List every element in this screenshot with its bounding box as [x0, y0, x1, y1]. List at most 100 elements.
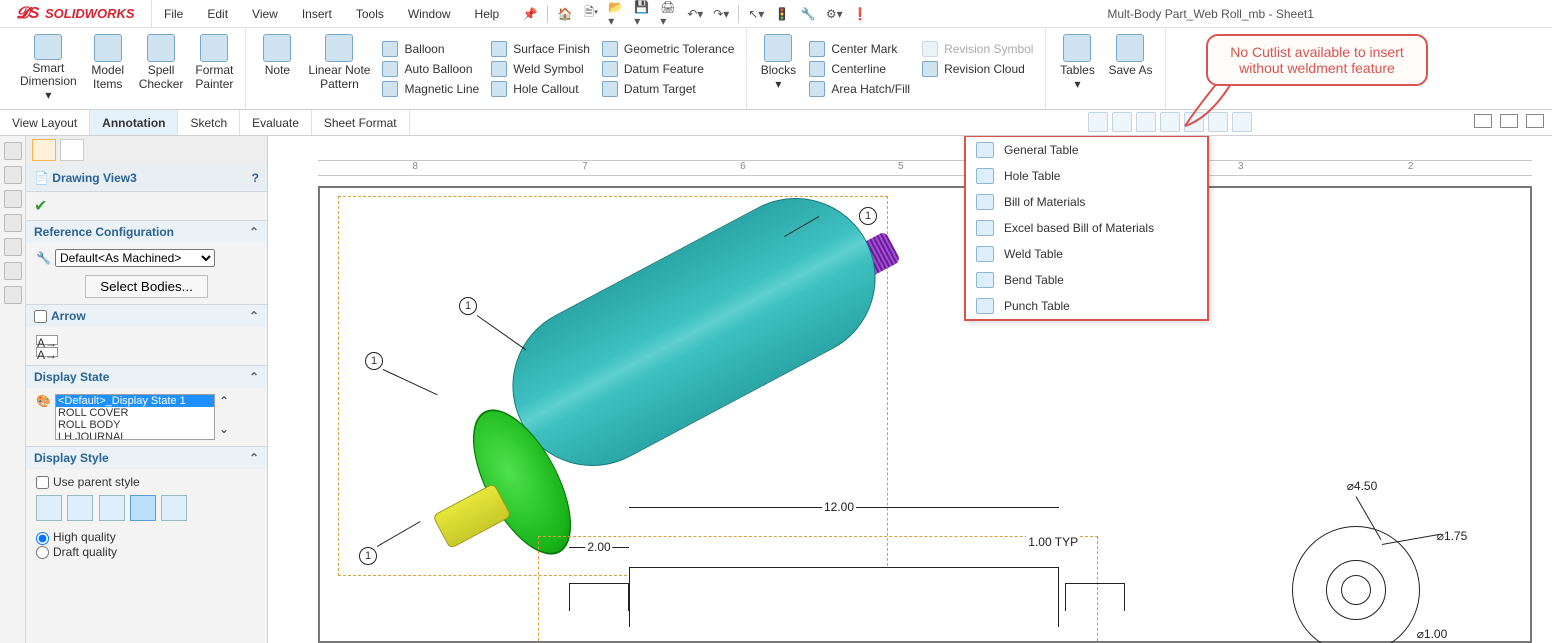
ok-icon[interactable]: ✔: [34, 198, 47, 215]
tab-sheet-format[interactable]: Sheet Format: [312, 110, 410, 135]
menu-weld-table[interactable]: Weld Table: [966, 241, 1207, 267]
restore-window-icon[interactable]: [1500, 114, 1518, 128]
list-item[interactable]: LH JOURNAL: [56, 431, 214, 440]
rail-forum-icon[interactable]: [4, 286, 22, 304]
surface-finish-button[interactable]: Surface Finish: [485, 39, 596, 59]
graphics-area[interactable]: 8 7 6 5 4 3 2 1 1 1 1 12.00: [268, 136, 1552, 643]
list-item[interactable]: ROLL COVER: [56, 407, 214, 419]
note-button[interactable]: Note: [252, 30, 302, 107]
weld-symbol-button[interactable]: Weld Symbol: [485, 59, 596, 79]
new-icon[interactable]: 🗎▾: [582, 5, 600, 23]
rail-appearances-icon[interactable]: [4, 238, 22, 256]
options-icon[interactable]: ⚙▾: [825, 5, 843, 23]
alert-icon[interactable]: ❗: [851, 5, 869, 23]
redo-icon[interactable]: ↷▾: [712, 5, 730, 23]
tab-annotation[interactable]: Annotation: [90, 110, 178, 135]
select-bodies-button[interactable]: Select Bodies...: [85, 275, 208, 298]
style-wireframe-button[interactable]: [36, 495, 62, 521]
hole-callout-button[interactable]: Hole Callout: [485, 79, 596, 99]
close-window-icon[interactable]: [1526, 114, 1544, 128]
use-parent-label[interactable]: Use parent style: [36, 475, 140, 489]
drawing-view-side[interactable]: 12.00 2.00 1.00 TYP: [538, 536, 1098, 643]
balloon[interactable]: 1: [859, 207, 877, 225]
chevron-up-icon[interactable]: ⌃: [249, 451, 259, 465]
magnetic-line-button[interactable]: Magnetic Line: [376, 79, 485, 99]
format-painter-button[interactable]: Format Painter: [189, 30, 239, 107]
balloon-button[interactable]: Balloon: [376, 39, 485, 59]
area-hatch-button[interactable]: Area Hatch/Fill: [803, 79, 916, 99]
menu-help[interactable]: Help: [463, 0, 512, 28]
drawing-view-front[interactable]: ⌀4.50 ⌀1.75 ⌀1.00: [1232, 516, 1492, 643]
menu-bom[interactable]: Bill of Materials: [966, 189, 1207, 215]
balloon[interactable]: 1: [359, 547, 377, 565]
rail-file-explorer-icon[interactable]: [4, 190, 22, 208]
menu-file[interactable]: File: [152, 0, 195, 28]
rebuild-icon[interactable]: 🔧: [799, 5, 817, 23]
menu-hole-table[interactable]: Hole Table: [966, 163, 1207, 189]
open-icon[interactable]: 📂▾: [608, 5, 626, 23]
datum-feature-button[interactable]: Datum Feature: [596, 59, 741, 79]
menu-insert[interactable]: Insert: [290, 0, 344, 28]
menu-view[interactable]: View: [240, 0, 290, 28]
undo-icon[interactable]: ↶▾: [686, 5, 704, 23]
high-quality-radio[interactable]: [36, 532, 49, 545]
rail-design-library-icon[interactable]: [4, 166, 22, 184]
scroll-up-icon[interactable]: ⌃: [219, 394, 229, 408]
prev-view-icon[interactable]: [1136, 112, 1156, 132]
draft-quality-label[interactable]: Draft quality: [36, 545, 117, 559]
home-icon[interactable]: 🏠: [556, 5, 574, 23]
revision-cloud-button[interactable]: Revision Cloud: [916, 59, 1039, 79]
smart-dimension-button[interactable]: Smart Dimension▾: [14, 30, 83, 107]
print-icon[interactable]: 🖨▾: [660, 5, 678, 23]
datum-target-button[interactable]: Datum Target: [596, 79, 741, 99]
menu-excel-bom[interactable]: Excel based Bill of Materials: [966, 215, 1207, 241]
balloon[interactable]: 1: [459, 297, 477, 315]
menu-edit[interactable]: Edit: [195, 0, 240, 28]
help-icon[interactable]: ?: [252, 171, 259, 185]
feature-tree-tab[interactable]: [32, 139, 56, 161]
section-view-icon[interactable]: [1160, 112, 1180, 132]
menu-window[interactable]: Window: [396, 0, 463, 28]
chevron-up-icon[interactable]: ⌃: [249, 370, 259, 384]
config-select[interactable]: Default<As Machined>: [55, 249, 215, 267]
minimize-window-icon[interactable]: [1474, 114, 1492, 128]
pin-icon[interactable]: 📌: [521, 5, 539, 23]
zoom-to-fit-icon[interactable]: [1088, 112, 1108, 132]
menu-punch-table[interactable]: Punch Table: [966, 293, 1207, 319]
chevron-up-icon[interactable]: ⌃: [249, 309, 259, 323]
tab-sketch[interactable]: Sketch: [178, 110, 240, 135]
blocks-button[interactable]: Blocks▾: [753, 30, 803, 107]
high-quality-label[interactable]: High quality: [36, 530, 116, 544]
geometric-tolerance-button[interactable]: Geometric Tolerance: [596, 39, 741, 59]
linear-note-pattern-button[interactable]: Linear Note Pattern: [302, 30, 376, 107]
tab-view-layout[interactable]: View Layout: [0, 110, 90, 135]
menu-tools[interactable]: Tools: [344, 0, 396, 28]
traffic-icon[interactable]: 🚦: [773, 5, 791, 23]
tab-evaluate[interactable]: Evaluate: [240, 110, 312, 135]
use-parent-checkbox[interactable]: [36, 476, 49, 489]
style-hidden-removed-button[interactable]: [99, 495, 125, 521]
centerline-button[interactable]: Centerline: [803, 59, 916, 79]
center-mark-button[interactable]: Center Mark: [803, 39, 916, 59]
chevron-up-icon[interactable]: ⌃: [249, 225, 259, 239]
model-items-button[interactable]: Model Items: [83, 30, 133, 107]
display-state-list[interactable]: <Default>_Display State 1 ROLL COVER ROL…: [55, 394, 215, 440]
save-icon[interactable]: 💾▾: [634, 5, 652, 23]
list-item[interactable]: ROLL BODY: [56, 419, 214, 431]
auto-balloon-button[interactable]: Auto Balloon: [376, 59, 485, 79]
revision-symbol-button[interactable]: Revision Symbol: [916, 39, 1039, 59]
menu-general-table[interactable]: General Table: [966, 137, 1207, 163]
select-icon[interactable]: ↖▾: [747, 5, 765, 23]
style-shaded-button[interactable]: [161, 495, 187, 521]
balloon[interactable]: 1: [365, 352, 383, 370]
draft-quality-radio[interactable]: [36, 546, 49, 559]
drawing-view-iso[interactable]: 1 1 1 1: [338, 196, 888, 576]
style-hidden-visible-button[interactable]: [67, 495, 93, 521]
tables-button[interactable]: Tables▾: [1052, 30, 1102, 107]
menu-bend-table[interactable]: Bend Table: [966, 267, 1207, 293]
arrow-checkbox[interactable]: [34, 310, 47, 323]
scroll-down-icon[interactable]: ⌄: [219, 422, 229, 436]
zoom-area-icon[interactable]: [1112, 112, 1132, 132]
rail-custom-props-icon[interactable]: [4, 262, 22, 280]
rail-resources-icon[interactable]: [4, 142, 22, 160]
